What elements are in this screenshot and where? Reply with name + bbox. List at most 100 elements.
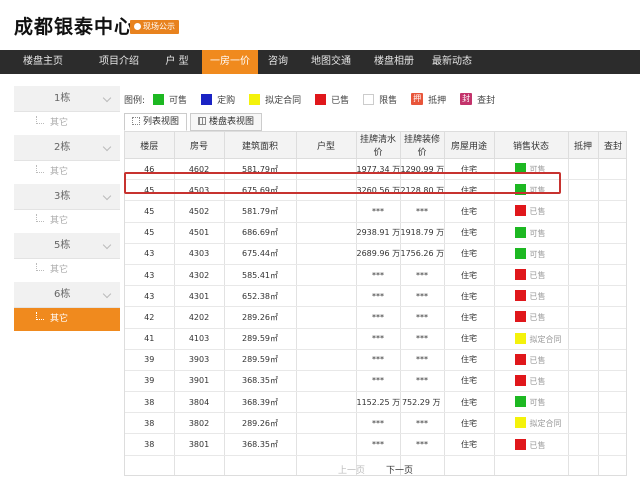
sidebar-sub-item[interactable]: 其它 [14,308,120,331]
nav-item-1[interactable]: 项目介绍 [86,50,152,74]
cell-seal [598,243,626,265]
cell-layout [296,412,357,435]
table-row[interactable]: 38 3804 368.39㎡ 1152.25 万 752.29 万住宅 可售 [125,391,626,414]
sidebar-sub-item[interactable]: 其它 [14,112,120,135]
cell-area: 581.79㎡ [224,200,297,223]
cell-sale-status: 拟定合同 [494,412,569,435]
cell-seal [598,391,626,414]
cell-floor: 39 [125,370,175,393]
table-header-row: 楼层 房号 建筑面积 户型 挂牌清水价 挂牌装修价 房屋用途 销售状态 抵押 查封 [125,132,626,159]
prev-page-link[interactable]: 上一页 [338,466,365,476]
table-row[interactable]: 38 3801 368.35㎡ *** *** 住宅 已售 [125,433,626,456]
table-row[interactable]: 41 4103 289.59㎡ *** *** 住宅 拟定合同 [125,328,626,350]
table-row[interactable]: 38 3802 289.26㎡ *** *** 住宅 拟定合同 [125,412,626,435]
status-swatch [514,396,526,408]
nav-item-7[interactable]: 最新动态 [424,50,480,74]
table-row[interactable]: 39 3903 289.59㎡ *** *** 住宅 已售 [125,349,626,371]
cell-area: 289.26㎡ [224,306,297,329]
table-row[interactable]: 45 4503 675.69㎡ 3260.56 万 2128.80 万住宅 可售 [125,179,626,202]
status-swatch [514,374,526,386]
cell-area: 585.41㎡ [224,264,297,287]
nav-item-6[interactable]: 楼盘相册 [364,50,424,74]
tab-list-view[interactable]: 列表视图 [124,113,188,131]
tab-label: 列表视图 [143,117,180,127]
cell-use: 住宅 [444,222,495,244]
tab-building-table-view[interactable]: 楼盘表视图 [190,113,263,131]
cell-area: 675.69㎡ [224,179,297,202]
cell-seal [598,412,626,435]
cell-sale-status: 可售 [494,179,569,202]
legend-swatch [201,93,213,105]
table-row[interactable]: 43 4301 652.38㎡ *** *** 住宅 已售 [125,285,626,308]
sidebar-building-1[interactable]: 1栋 [14,86,120,112]
cell-layout [296,370,357,393]
table-row[interactable]: 42 4202 289.26㎡ *** *** 住宅 已售 [125,306,626,329]
column-header: 挂牌清水价 [356,132,401,159]
cell-use: 住宅 [444,158,495,181]
cell-sale-status: 可售 [494,391,569,414]
cell-room: 4301 [174,285,225,308]
sidebar-building-label: 6栋 [54,289,71,300]
cell-sale-status: 已售 [494,306,569,329]
sidebar-building-5[interactable]: 6栋 [14,282,120,308]
status-label: 可售 [529,186,546,196]
table-row[interactable]: 43 4302 585.41㎡ *** *** 住宅 已售 [125,264,626,287]
cell-price-bare: 1977.34 万 [356,158,401,181]
table-row[interactable]: 39 3901 368.35㎡ *** *** 住宅 已售 [125,370,626,393]
cell-mortgage [568,264,599,287]
next-page-link[interactable]: 下一页 [386,466,413,476]
nav-item-3[interactable]: 一房一价 [202,50,258,74]
nav-item-0[interactable]: 楼盘主页 [0,50,86,74]
sidebar-sub-item[interactable]: 其它 [14,161,120,184]
cell-price-deco: *** [400,412,445,435]
sidebar-sub-item[interactable]: 其它 [14,210,120,233]
nav-item-5[interactable]: 地图交通 [298,50,364,74]
tab-label: 楼盘表视图 [209,117,255,127]
sidebar-building-label: 5栋 [54,240,71,251]
table-row[interactable]: 43 4303 675.44㎡ 2689.96 万 1756.26 万住宅 可售 [125,243,626,265]
table-row[interactable]: 46 4602 581.79㎡ 1977.34 万 1290.99 万住宅 可售 [125,158,626,181]
cell-floor: 43 [125,264,175,287]
chevron-down-icon [102,93,112,103]
status-label: 拟定合同 [529,334,562,344]
cell-area: 686.69㎡ [224,222,297,244]
sidebar-building-label: 3栋 [54,191,71,202]
cell-price-bare: *** [356,200,401,223]
cell-layout [296,243,357,265]
legend-swatch [153,93,165,105]
cell-price-bare: *** [356,412,401,435]
chevron-down-icon [102,240,112,250]
nav-item-2[interactable]: 户 型 [152,50,202,74]
site-header: 成都银泰中心 现场公示 [0,0,640,50]
table-row[interactable]: 45 4501 686.69㎡ 2938.91 万 1918.79 万住宅 可售 [125,222,626,244]
legend-item: 拟定合同 [249,93,301,106]
cell-price-bare: *** [356,328,401,350]
cell-price-deco: 752.29 万 [400,391,445,414]
sidebar-building-3[interactable]: 3栋 [14,184,120,210]
onsite-notice-badge[interactable]: 现场公示 [130,20,179,34]
cell-sale-status: 可售 [494,243,569,265]
cell-price-deco: *** [400,328,445,350]
status-label: 已售 [529,440,546,450]
cell-floor: 38 [125,412,175,435]
cell-price-bare: *** [356,349,401,371]
sidebar-building-4[interactable]: 5栋 [14,233,120,259]
cell-mortgage [568,285,599,308]
status-label: 已售 [529,207,546,217]
column-header: 房屋用途 [444,132,495,159]
nav-item-4[interactable]: 咨询 [258,50,298,74]
cell-use: 住宅 [444,391,495,414]
cell-use: 住宅 [444,264,495,287]
cell-layout [296,179,357,202]
cell-floor: 42 [125,306,175,329]
status-swatch [514,353,526,365]
status-label: 拟定合同 [529,419,562,429]
sidebar-building-2[interactable]: 2栋 [14,135,120,161]
cell-price-bare: *** [356,264,401,287]
table-row[interactable]: 45 4502 581.79㎡ *** *** 住宅 已售 [125,200,626,223]
cell-use: 住宅 [444,370,495,393]
cell-mortgage [568,158,599,181]
sidebar-sub-item[interactable]: 其它 [14,259,120,282]
cell-seal [598,370,626,393]
tree-branch-icon [36,165,44,173]
